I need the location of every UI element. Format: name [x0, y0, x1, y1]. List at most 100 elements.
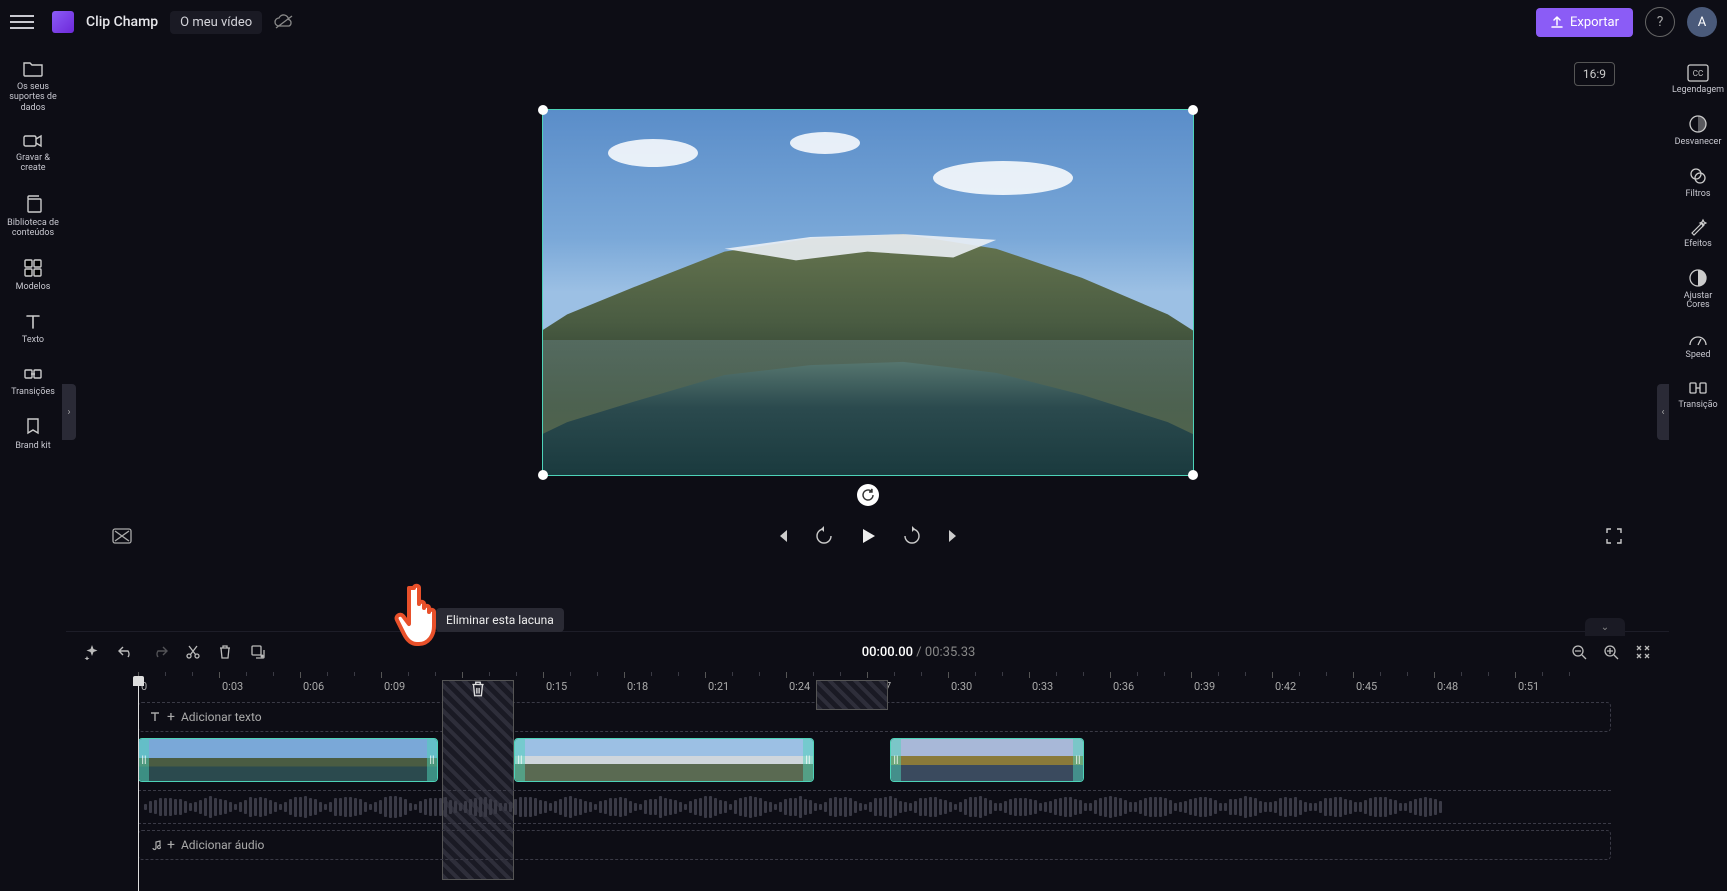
sidebar-item-label: Modelos: [14, 282, 53, 292]
project-title[interactable]: O meu vídeo: [170, 11, 262, 34]
add-audio-label: Adicionar áudio: [181, 838, 264, 852]
split-button[interactable]: [186, 644, 200, 660]
clip-trim-handle[interactable]: ||: [139, 739, 149, 781]
panel-label: Legendagem: [1672, 86, 1724, 96]
clip-trim-handle[interactable]: ||: [515, 739, 525, 781]
filters-icon: [1688, 166, 1708, 186]
sidebar-item-library[interactable]: Biblioteca de conteúdos: [0, 186, 66, 251]
panel-label: Ajustar Cores: [1671, 292, 1725, 312]
cc-icon: CC: [1687, 64, 1709, 82]
delete-button[interactable]: [218, 644, 232, 660]
wand-icon: [1689, 218, 1707, 236]
sidebar-item-brand[interactable]: Brand kit: [0, 409, 66, 463]
panel-color[interactable]: Ajustar Cores: [1669, 262, 1727, 318]
video-clip[interactable]: || ||: [890, 738, 1084, 782]
panel-transition[interactable]: Transição: [1676, 373, 1719, 417]
panel-speed[interactable]: Speed: [1683, 323, 1712, 367]
reset-rotation-button[interactable]: [857, 484, 879, 506]
panel-fade[interactable]: Desvanecer: [1673, 108, 1724, 154]
sidebar-item-label: Texto: [20, 335, 46, 345]
brand-icon: [24, 417, 42, 437]
tutorial-hand-cursor: [392, 580, 452, 650]
sidebar-item-label: Os seus suportes de dados: [2, 82, 64, 113]
auto-enhance-button[interactable]: [84, 644, 100, 660]
sidebar-item-media[interactable]: Os seus suportes de dados: [0, 52, 66, 125]
app-name: Clip Champ: [86, 14, 158, 30]
clip-trim-handle[interactable]: ||: [803, 739, 813, 781]
audio-waveform-track[interactable]: [138, 790, 1611, 824]
add-text-label: Adicionar texto: [181, 710, 262, 724]
left-sidebar: Os seus suportes de dados Gravar & creat…: [0, 44, 66, 891]
right-sidebar-expand-handle[interactable]: ‹: [1657, 384, 1669, 440]
text-icon: [149, 711, 161, 723]
add-audio-track[interactable]: + Adicionar áudio: [138, 830, 1611, 860]
clip-trim-handle[interactable]: ||: [1073, 739, 1083, 781]
zoom-in-button[interactable]: [1603, 644, 1619, 660]
gauge-icon: [1688, 329, 1708, 347]
clip-trim-handle[interactable]: ||: [427, 739, 437, 781]
resize-handle[interactable]: [538, 470, 548, 480]
clip-trim-handle[interactable]: ||: [891, 739, 901, 781]
export-button[interactable]: Exportar: [1536, 8, 1633, 37]
sidebar-item-label: Biblioteca de conteúdos: [2, 218, 64, 239]
resize-handle[interactable]: [1188, 105, 1198, 115]
panel-label: Transição: [1678, 401, 1717, 411]
contrast-icon: [1688, 268, 1708, 288]
sidebar-item-text[interactable]: Texto: [0, 305, 66, 357]
panel-label: Desvanecer: [1675, 138, 1722, 148]
right-sidebar: CC Legendagem Desvanecer Filtros Efeitos…: [1669, 44, 1727, 891]
sidebar-item-transitions[interactable]: Transições: [0, 357, 66, 409]
undo-button[interactable]: [118, 645, 134, 659]
panel-effects[interactable]: Efeitos: [1682, 212, 1714, 256]
music-icon: [149, 839, 161, 851]
preview-frame: [543, 110, 1193, 475]
camera-icon: [22, 133, 44, 149]
grid-icon: [23, 258, 43, 278]
video-clip[interactable]: || ||: [138, 738, 438, 782]
panel-filters[interactable]: Filtros: [1683, 160, 1712, 206]
playhead[interactable]: [138, 686, 139, 891]
cloud-sync-icon[interactable]: [274, 14, 294, 30]
panel-label: Speed: [1685, 351, 1710, 361]
aspect-ratio-selector[interactable]: 16:9: [1574, 62, 1615, 86]
delete-gap-button[interactable]: [470, 680, 488, 698]
sidebar-item-record[interactable]: Gravar & create: [0, 125, 66, 186]
transition-icon: [1688, 379, 1708, 397]
menu-button[interactable]: [10, 10, 34, 34]
rewind-button[interactable]: [814, 526, 834, 546]
resize-handle[interactable]: [538, 105, 548, 115]
video-clip[interactable]: || ||: [514, 738, 814, 782]
skip-start-button[interactable]: [774, 528, 790, 544]
export-label: Exportar: [1570, 15, 1619, 30]
sidebar-item-label: Transições: [9, 387, 57, 397]
library-icon: [23, 194, 43, 214]
resize-handle[interactable]: [1188, 470, 1198, 480]
folder-icon: [22, 60, 44, 78]
avatar[interactable]: A: [1687, 7, 1717, 37]
help-button[interactable]: ?: [1645, 7, 1675, 37]
transition-icon: [23, 365, 43, 383]
dock-collapse-handle[interactable]: ⌄: [1585, 618, 1625, 636]
play-button[interactable]: [858, 526, 878, 546]
skip-end-button[interactable]: [946, 528, 962, 544]
redo-button[interactable]: [152, 645, 168, 659]
sidebar-item-label: Brand kit: [13, 441, 52, 451]
duplicate-button[interactable]: [250, 644, 266, 660]
panel-captions[interactable]: CC Legendagem: [1670, 58, 1726, 102]
rotate-icon: [861, 488, 875, 502]
panel-label: Efeitos: [1684, 240, 1712, 250]
gap-tooltip: Eliminar esta lacuna: [436, 608, 564, 632]
preview-canvas[interactable]: [542, 109, 1194, 476]
video-track[interactable]: || || || || || ||: [138, 738, 1611, 784]
upload-icon: [1550, 15, 1564, 29]
toggle-overlay-button[interactable]: [112, 528, 132, 544]
fullscreen-button[interactable]: [1605, 527, 1623, 545]
zoom-out-button[interactable]: [1571, 644, 1587, 660]
panel-label: Filtros: [1685, 190, 1710, 200]
app-logo: [52, 11, 74, 33]
zoom-fit-button[interactable]: [1635, 644, 1651, 660]
timecode: 00:00.00 / 00:35.33: [284, 645, 1553, 660]
sidebar-item-templates[interactable]: Modelos: [0, 250, 66, 304]
forward-button[interactable]: [902, 526, 922, 546]
timeline-gap[interactable]: [816, 680, 888, 710]
